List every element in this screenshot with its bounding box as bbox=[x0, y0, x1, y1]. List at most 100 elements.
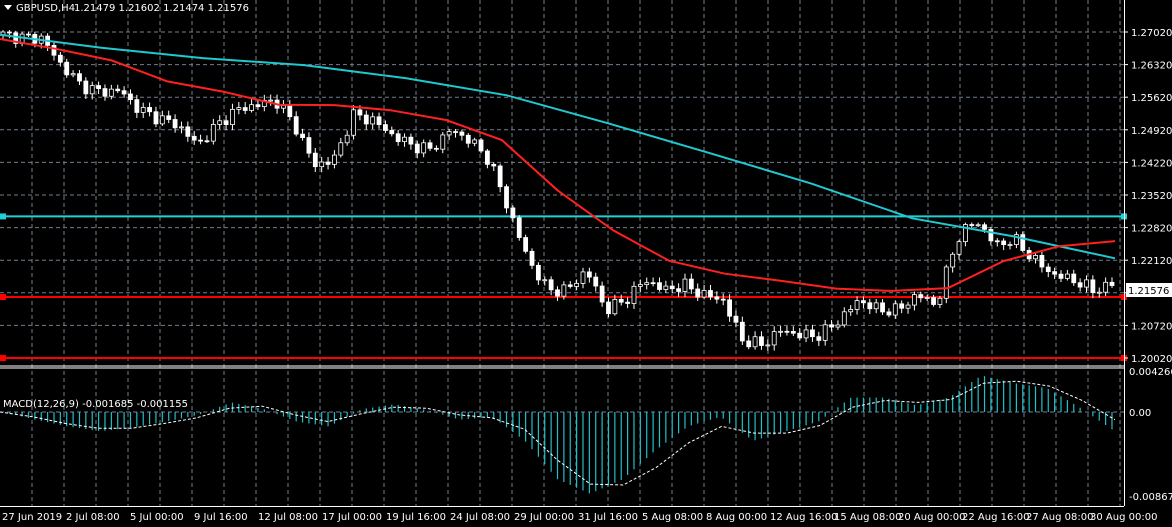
candle-body bbox=[453, 131, 458, 133]
price-tick-label: 1.22120 bbox=[1131, 256, 1172, 267]
candle-body bbox=[1103, 281, 1109, 293]
candle-body bbox=[918, 294, 924, 299]
time-tick-label: 9 Jul 16:00 bbox=[194, 512, 248, 523]
candle-body bbox=[688, 278, 694, 290]
candle-body bbox=[861, 300, 866, 304]
candle-body bbox=[867, 302, 873, 310]
candle-body bbox=[542, 279, 548, 282]
candle-body bbox=[950, 253, 956, 268]
candle-body bbox=[714, 296, 720, 300]
time-axis[interactable]: 27 Jun 2019 2 Jul 08:00 5 Jul 00:00 9 Jul 1… bbox=[2, 506, 1157, 523]
candle-body bbox=[637, 284, 643, 287]
candle-body bbox=[969, 224, 975, 226]
candle-body bbox=[708, 290, 713, 298]
time-tick-label: 27 Jun 2019 bbox=[2, 512, 62, 523]
candle-body bbox=[790, 331, 796, 334]
candle-body bbox=[172, 119, 178, 129]
candle-body bbox=[268, 99, 274, 102]
candle-body bbox=[1058, 273, 1064, 279]
candle-body bbox=[886, 311, 892, 316]
candle-body bbox=[89, 85, 95, 95]
candle-body bbox=[242, 107, 248, 111]
candle-body bbox=[535, 264, 541, 281]
candle-body bbox=[472, 139, 478, 144]
candle-body bbox=[612, 299, 618, 315]
candle-body bbox=[134, 99, 140, 113]
candle-body bbox=[516, 217, 522, 238]
candle-body bbox=[465, 134, 471, 144]
candle-body bbox=[644, 282, 650, 285]
price-tick-label: 1.24920 bbox=[1131, 126, 1172, 137]
candle-body bbox=[988, 228, 994, 242]
candle-body bbox=[395, 133, 401, 143]
grid bbox=[0, 0, 1124, 506]
candle-body bbox=[669, 285, 675, 290]
time-tick-label: 15 Aug 08:00 bbox=[834, 512, 901, 523]
chart-window[interactable]: 1.27020 1.26320 1.25620 1.24920 1.24220 1.235… bbox=[0, 0, 1172, 527]
candle-body bbox=[293, 116, 299, 135]
candle-body bbox=[523, 237, 529, 252]
candle-body bbox=[1033, 255, 1038, 260]
line-handle bbox=[0, 293, 6, 300]
candle-body bbox=[51, 44, 57, 56]
candle-body bbox=[363, 114, 369, 125]
candle-body bbox=[657, 282, 662, 290]
candle-body bbox=[179, 126, 184, 129]
candle-body bbox=[57, 54, 63, 63]
candle-body bbox=[625, 301, 631, 304]
time-tick-label: 12 Jul 08:00 bbox=[258, 512, 318, 523]
candle-body bbox=[102, 88, 108, 97]
candle-body bbox=[752, 336, 758, 348]
time-tick-label: 24 Jul 08:00 bbox=[450, 512, 510, 523]
candle-body bbox=[580, 271, 586, 284]
candle-body bbox=[459, 131, 465, 136]
candle-body bbox=[421, 142, 427, 154]
candle-body bbox=[389, 130, 395, 135]
candle-body bbox=[26, 33, 31, 36]
candle-body bbox=[606, 301, 611, 315]
candle-body bbox=[6, 31, 12, 34]
candle-body bbox=[618, 299, 624, 303]
macd-tick-label: 0.004266 bbox=[1129, 367, 1172, 378]
candle-body bbox=[899, 303, 905, 309]
candle-body bbox=[994, 240, 1000, 243]
candle-body bbox=[733, 315, 739, 323]
candle-body bbox=[912, 294, 917, 306]
time-tick-label: 2 Jul 08:00 bbox=[66, 512, 120, 523]
candle-body bbox=[383, 124, 388, 131]
price-axis[interactable]: 1.27020 1.26320 1.25620 1.24920 1.24220 1.235… bbox=[1124, 28, 1172, 503]
candle-body bbox=[312, 152, 318, 168]
ohlc-values: 1.21479 1.21602 1.21474 1.21576 bbox=[74, 3, 249, 14]
candle-body bbox=[778, 330, 783, 333]
candle-body bbox=[746, 340, 752, 348]
candle-body bbox=[548, 279, 554, 291]
candle-body bbox=[108, 88, 114, 97]
candle-body bbox=[561, 284, 567, 297]
candle-body bbox=[332, 154, 337, 165]
candle-body bbox=[446, 131, 452, 136]
candle-body bbox=[140, 107, 146, 113]
candle-body bbox=[370, 116, 376, 125]
candle-body bbox=[153, 111, 159, 125]
candle-body bbox=[701, 290, 707, 298]
candle-body bbox=[943, 266, 949, 299]
price-tick-label: 1.20720 bbox=[1131, 321, 1172, 332]
candle-body bbox=[1007, 244, 1013, 246]
candle-body bbox=[217, 120, 223, 125]
collapse-triangle-icon[interactable] bbox=[4, 5, 12, 10]
candle-body bbox=[223, 120, 229, 126]
candle-body bbox=[529, 250, 535, 266]
candle-body bbox=[402, 136, 407, 143]
candle-body bbox=[70, 73, 76, 76]
candle-body bbox=[586, 271, 592, 278]
candle-body bbox=[593, 276, 599, 287]
candle-body bbox=[434, 147, 439, 150]
candle-body bbox=[510, 207, 516, 219]
candle-body bbox=[77, 73, 82, 82]
candle-body bbox=[599, 285, 605, 303]
candle-body bbox=[351, 109, 356, 136]
candle-body bbox=[1084, 279, 1089, 288]
candle-body bbox=[1045, 266, 1051, 273]
candle-body bbox=[491, 163, 497, 167]
candle-body bbox=[739, 321, 745, 342]
